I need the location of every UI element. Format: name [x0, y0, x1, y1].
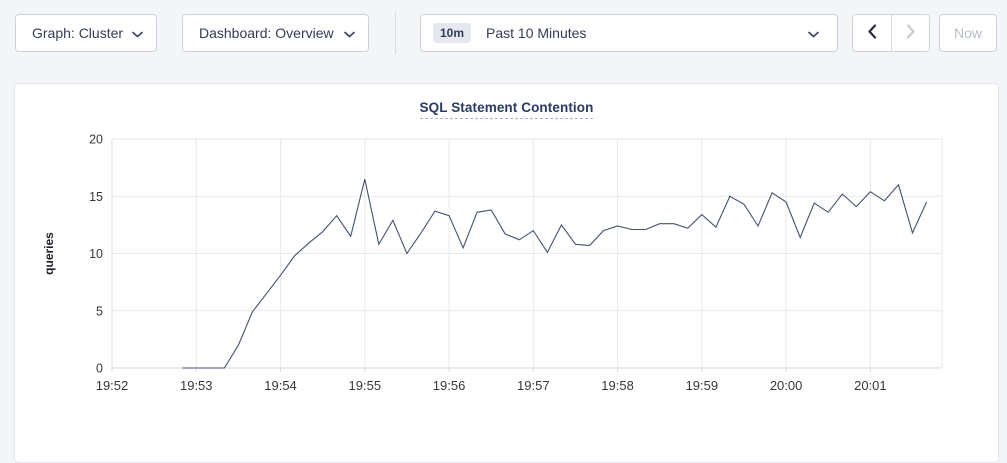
dashboard-dropdown-label: Dashboard: Overview [199, 25, 334, 41]
time-window-label: Past 10 Minutes [486, 25, 586, 41]
chart-axis-labels: 0 5 10 15 20 19:52 19:53 19:54 19:55 19:56 19:57 19… [42, 133, 887, 394]
chevron-left-icon [867, 24, 877, 42]
prev-time-button[interactable] [853, 15, 891, 51]
chart-gridlines [112, 139, 942, 372]
next-time-button[interactable] [891, 15, 929, 51]
graph-dropdown[interactable]: Graph: Cluster [15, 14, 157, 52]
svg-text:19:56: 19:56 [433, 378, 466, 393]
dashboard-dropdown[interactable]: Dashboard: Overview [182, 14, 369, 52]
svg-text:20:01: 20:01 [854, 378, 887, 393]
chart-title-wrap: SQL Statement Contention [15, 99, 998, 117]
time-step-button-group [852, 14, 930, 52]
svg-text:20:00: 20:00 [770, 378, 803, 393]
svg-text:19:58: 19:58 [601, 378, 634, 393]
chart-line-series [182, 179, 926, 368]
svg-text:19:59: 19:59 [686, 378, 719, 393]
contention-chart[interactable]: 0 5 10 15 20 19:52 19:53 19:54 19:55 19:56 19:57 19… [15, 84, 998, 424]
chart-title: SQL Statement Contention [420, 100, 594, 119]
chevron-down-icon [344, 25, 355, 41]
chevron-right-icon [906, 24, 916, 42]
time-window-dropdown[interactable]: 10m Past 10 Minutes [420, 14, 838, 52]
svg-text:19:55: 19:55 [349, 378, 382, 393]
page: { "header": { "graph_dropdown": { "label… [0, 0, 1007, 432]
toolbar-divider [395, 12, 396, 54]
svg-text:19:54: 19:54 [264, 378, 297, 393]
svg-text:19:52: 19:52 [96, 378, 129, 393]
svg-text:5: 5 [96, 304, 103, 318]
svg-text:0: 0 [96, 362, 103, 376]
time-window-badge: 10m [433, 23, 471, 43]
svg-text:20: 20 [89, 133, 103, 147]
svg-text:15: 15 [89, 190, 103, 204]
svg-text:19:53: 19:53 [180, 378, 213, 393]
y-axis-title: queries [42, 232, 56, 275]
chevron-down-icon [808, 25, 819, 41]
graph-dropdown-label: Graph: Cluster [32, 25, 123, 41]
chevron-down-icon [132, 25, 143, 41]
now-button[interactable]: Now [939, 14, 997, 52]
now-button-label: Now [954, 25, 982, 41]
chart-panel: SQL Statement Contention 0 5 10 15 20 19:52 19… [14, 83, 999, 463]
svg-text:10: 10 [89, 247, 103, 261]
svg-text:19:57: 19:57 [517, 378, 550, 393]
